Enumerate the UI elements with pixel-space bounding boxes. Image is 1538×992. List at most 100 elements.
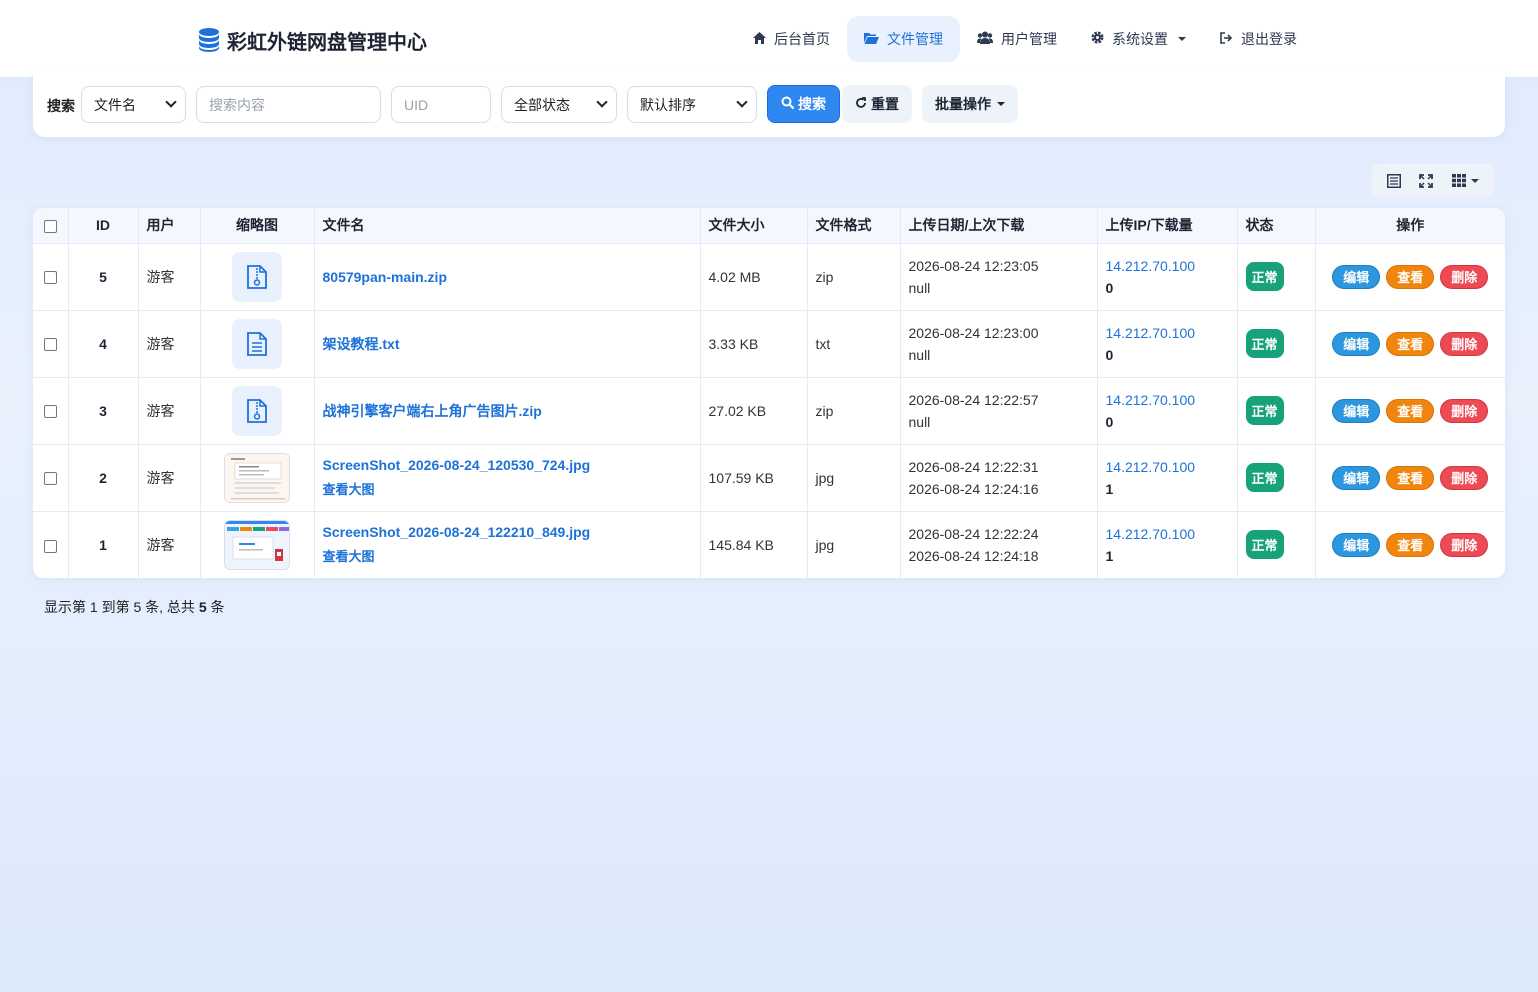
cell-ip: 14.212.70.100 0 bbox=[1097, 377, 1238, 444]
nav-user-management[interactable]: 用户管理 bbox=[960, 16, 1074, 62]
filename-link[interactable]: 架设教程.txt bbox=[323, 336, 400, 352]
image-thumbnail[interactable] bbox=[224, 519, 290, 570]
nav-logout[interactable]: 退出登录 bbox=[1203, 16, 1314, 62]
cell-actions: 编辑 查看 删除 bbox=[1315, 310, 1505, 377]
select-all-checkbox[interactable] bbox=[43, 220, 57, 234]
sort-select[interactable]: 默认排序 bbox=[627, 86, 757, 123]
sort-select-value: 默认排序 bbox=[640, 96, 696, 113]
nav-home[interactable]: 后台首页 bbox=[736, 16, 847, 62]
zip-file-icon[interactable] bbox=[232, 385, 282, 436]
list-icon[interactable] bbox=[1387, 173, 1402, 188]
header-format[interactable]: 文件格式 bbox=[807, 208, 901, 243]
view-button[interactable]: 查看 bbox=[1386, 264, 1435, 289]
reset-button-label: 重置 bbox=[871, 96, 899, 112]
edit-button[interactable]: 编辑 bbox=[1332, 532, 1381, 557]
row-checkbox[interactable] bbox=[43, 405, 57, 419]
header-filename[interactable]: 文件名 bbox=[314, 208, 701, 243]
search-keyword-input[interactable]: 搜索内容 bbox=[196, 86, 381, 123]
delete-button[interactable]: 删除 bbox=[1440, 398, 1489, 423]
filename-link[interactable]: ScreenShot_2026-08-24_122210_849.jpg bbox=[323, 524, 591, 540]
table-header-row: ID 用户 缩略图 文件名 文件大小 文件格式 上传日期/上次下载 上传IP/下… bbox=[33, 208, 1505, 243]
upload-date: 2026-08-24 12:22:24 bbox=[908, 525, 1039, 542]
cell-thumbnail bbox=[200, 243, 315, 310]
main-nav: 后台首页 文件管理 用户管理 系统设置 退出登录 bbox=[736, 16, 1314, 62]
status-select[interactable]: 全部状态 bbox=[501, 86, 617, 123]
header-ip-downloads[interactable]: 上传IP/下载量 bbox=[1097, 208, 1238, 243]
view-button[interactable]: 查看 bbox=[1386, 532, 1435, 557]
cell-status: 正常 bbox=[1237, 511, 1316, 578]
header-id[interactable]: ID bbox=[68, 208, 139, 243]
row-checkbox[interactable] bbox=[43, 472, 57, 486]
search-field-select-value: 文件名 bbox=[94, 96, 136, 113]
last-download-date: null bbox=[908, 413, 931, 430]
row-actions: 编辑 查看 删除 bbox=[1324, 465, 1498, 490]
cell-status: 正常 bbox=[1237, 444, 1316, 511]
row-actions: 编辑 查看 删除 bbox=[1324, 532, 1498, 557]
filename-link[interactable]: 战神引擎客户端右上角广告图片.zip bbox=[323, 403, 542, 419]
row-select-cell bbox=[33, 511, 69, 578]
header-user[interactable]: 用户 bbox=[138, 208, 201, 243]
view-button[interactable]: 查看 bbox=[1386, 465, 1435, 490]
cell-user: 游客 bbox=[138, 444, 201, 511]
table-row: 2 游客 ScreenShot_2026-08-24_120530_724.jpg 查… bbox=[33, 444, 1505, 511]
filename-link[interactable]: ScreenShot_2026-08-24_120530_724.jpg bbox=[323, 457, 591, 473]
search-button[interactable]: 搜索 bbox=[767, 85, 840, 123]
table-row: 3 游客 战神引擎客户端右上角广告图片.zip 27.02 KB zip 2026-08-… bbox=[33, 377, 1505, 444]
row-checkbox[interactable] bbox=[43, 271, 57, 285]
edit-button[interactable]: 编辑 bbox=[1332, 264, 1381, 289]
upload-ip-link[interactable]: 14.212.70.100 bbox=[1106, 325, 1196, 341]
nav-system-settings[interactable]: 系统设置 bbox=[1074, 16, 1203, 62]
filename-link[interactable]: 80579pan-main.zip bbox=[323, 269, 448, 285]
delete-button[interactable]: 删除 bbox=[1440, 264, 1489, 289]
cell-id: 1 bbox=[68, 511, 139, 578]
header-status[interactable]: 状态 bbox=[1237, 208, 1316, 243]
reset-button[interactable]: 重置 bbox=[842, 85, 912, 123]
refresh-icon bbox=[855, 96, 867, 112]
edit-button[interactable]: 编辑 bbox=[1332, 331, 1381, 356]
status-select-value: 全部状态 bbox=[514, 96, 570, 113]
edit-button[interactable]: 编辑 bbox=[1332, 398, 1381, 423]
cell-ip: 14.212.70.100 0 bbox=[1097, 243, 1238, 310]
batch-operations-button[interactable]: 批量操作 bbox=[922, 85, 1018, 123]
columns-icon[interactable] bbox=[1451, 174, 1479, 187]
row-checkbox[interactable] bbox=[43, 338, 57, 352]
cell-ip: 14.212.70.100 1 bbox=[1097, 444, 1238, 511]
upload-ip-link[interactable]: 14.212.70.100 bbox=[1106, 526, 1196, 542]
last-download-date: 2026-08-24 12:24:16 bbox=[908, 480, 1039, 497]
zip-file-icon[interactable] bbox=[232, 251, 282, 302]
header-upload-date[interactable]: 上传日期/上次下载 bbox=[900, 208, 1098, 243]
brand[interactable]: 彩虹外链网盘管理中心 bbox=[197, 24, 427, 56]
row-select-cell bbox=[33, 310, 69, 377]
delete-button[interactable]: 删除 bbox=[1440, 331, 1489, 356]
upload-ip-link[interactable]: 14.212.70.100 bbox=[1106, 459, 1196, 475]
view-full-image-link[interactable]: 查看大图 bbox=[323, 546, 692, 565]
brand-title: 彩虹外链网盘管理中心 bbox=[227, 31, 427, 54]
cell-format: txt bbox=[807, 310, 901, 377]
row-actions: 编辑 查看 删除 bbox=[1324, 264, 1498, 289]
view-button[interactable]: 查看 bbox=[1386, 331, 1435, 356]
view-button[interactable]: 查看 bbox=[1386, 398, 1435, 423]
header-actions: 操作 bbox=[1396, 217, 1425, 234]
upload-ip-link[interactable]: 14.212.70.100 bbox=[1106, 258, 1196, 274]
search-field-select[interactable]: 文件名 bbox=[81, 86, 186, 123]
uid-input[interactable]: UID bbox=[391, 86, 491, 123]
uid-placeholder: UID bbox=[404, 96, 429, 113]
cell-format: jpg bbox=[807, 511, 901, 578]
delete-button[interactable]: 删除 bbox=[1440, 465, 1489, 490]
cell-thumbnail bbox=[200, 377, 315, 444]
row-select-cell bbox=[33, 243, 69, 310]
header-size[interactable]: 文件大小 bbox=[700, 208, 808, 243]
delete-button[interactable]: 删除 bbox=[1440, 532, 1489, 557]
cell-dates: 2026-08-24 12:23:00 null bbox=[900, 310, 1098, 377]
status-badge: 正常 bbox=[1245, 463, 1284, 492]
fullscreen-icon[interactable] bbox=[1419, 173, 1434, 188]
view-full-image-link[interactable]: 查看大图 bbox=[323, 479, 692, 498]
image-thumbnail[interactable] bbox=[224, 452, 290, 503]
text-file-icon[interactable] bbox=[232, 318, 282, 369]
nav-file-management[interactable]: 文件管理 bbox=[847, 16, 960, 62]
edit-button[interactable]: 编辑 bbox=[1332, 465, 1381, 490]
upload-ip-link[interactable]: 14.212.70.100 bbox=[1106, 392, 1196, 408]
row-checkbox[interactable] bbox=[43, 539, 57, 553]
search-panel: 搜索 文件名 搜索内容 UID 全部状态 默认排序 搜索 重置 批量操作 bbox=[33, 70, 1505, 137]
cell-ip: 14.212.70.100 1 bbox=[1097, 511, 1238, 578]
